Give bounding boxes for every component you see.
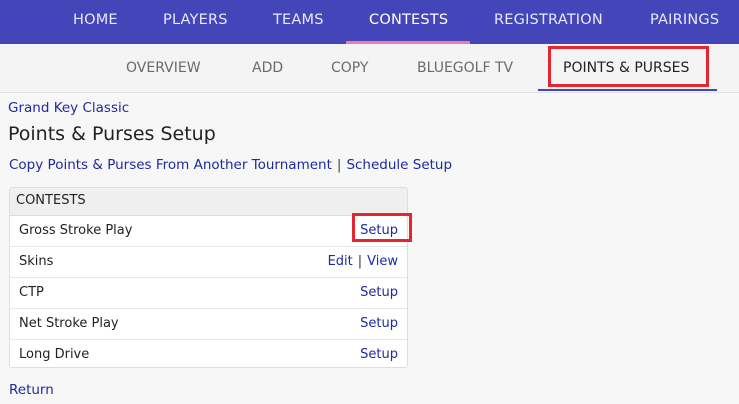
table-row: Gross Stroke Play Setup: [10, 216, 407, 247]
top-nav: HOME PLAYERS TEAMS CONTESTS REGISTRATION…: [0, 0, 739, 44]
nav-home[interactable]: HOME: [73, 0, 118, 44]
sub-nav: OVERVIEW ADD COPY BLUEGOLF TV POINTS & P…: [0, 44, 739, 93]
contests-panel: CONTESTS Gross Stroke Play Setup Skins E…: [9, 187, 408, 368]
view-link[interactable]: View: [367, 254, 398, 269]
nav-registration[interactable]: REGISTRATION: [494, 0, 603, 44]
nav-pairings[interactable]: PAIRINGS: [650, 0, 719, 44]
nav-contests[interactable]: CONTESTS: [369, 0, 448, 44]
subnav-overview[interactable]: OVERVIEW: [126, 44, 201, 92]
contest-name: Skins: [19, 254, 54, 269]
contests-header: CONTESTS: [10, 188, 407, 216]
subnav-points-purses[interactable]: POINTS & PURSES: [563, 44, 689, 92]
schedule-setup-link[interactable]: Schedule Setup: [346, 157, 452, 173]
nav-teams[interactable]: TEAMS: [273, 0, 324, 44]
contest-name: Gross Stroke Play: [19, 223, 133, 238]
subnav-copy[interactable]: COPY: [331, 44, 368, 92]
contest-name: Long Drive: [19, 347, 90, 362]
table-row: CTP Setup: [10, 278, 407, 309]
subnav-add[interactable]: ADD: [252, 44, 283, 92]
action-links: Copy Points & Purses From Another Tourna…: [9, 157, 452, 173]
nav-players[interactable]: PLAYERS: [163, 0, 228, 44]
table-row: Net Stroke Play Setup: [10, 309, 407, 340]
table-row: Skins Edit | View: [10, 247, 407, 278]
setup-link[interactable]: Setup: [360, 285, 398, 300]
setup-link[interactable]: Setup: [360, 223, 398, 238]
link-separator: |: [336, 157, 342, 173]
return-link[interactable]: Return: [9, 382, 54, 398]
setup-link[interactable]: Setup: [360, 347, 398, 362]
copy-points-purses-link[interactable]: Copy Points & Purses From Another Tourna…: [9, 157, 332, 173]
contest-name: CTP: [19, 285, 44, 300]
edit-link[interactable]: Edit: [328, 254, 353, 269]
setup-link[interactable]: Setup: [360, 316, 398, 331]
page-title: Points & Purses Setup: [8, 123, 216, 145]
action-separator: |: [357, 254, 363, 269]
subnav-active-indicator: [538, 89, 717, 91]
contest-name: Net Stroke Play: [19, 316, 119, 331]
subnav-bluegolf-tv[interactable]: BLUEGOLF TV: [417, 44, 513, 92]
breadcrumb[interactable]: Grand Key Classic: [8, 100, 129, 116]
table-row: Long Drive Setup: [10, 340, 407, 367]
